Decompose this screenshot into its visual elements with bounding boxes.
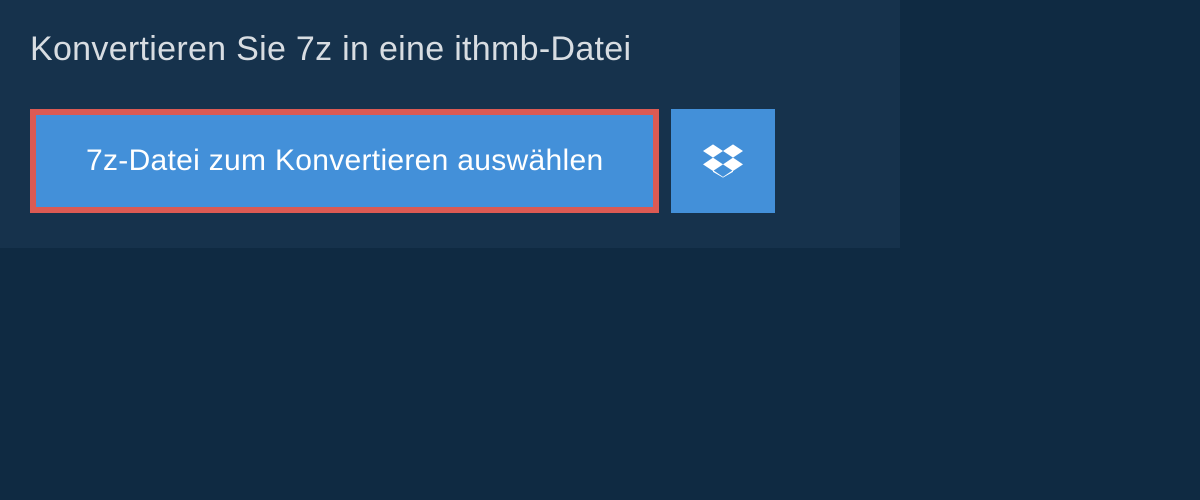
action-row: 7z-Datei zum Konvertieren auswählen	[30, 109, 870, 213]
select-file-label: 7z-Datei zum Konvertieren auswählen	[86, 144, 603, 178]
select-file-button[interactable]: 7z-Datei zum Konvertieren auswählen	[36, 115, 653, 207]
highlight-border: 7z-Datei zum Konvertieren auswählen	[30, 109, 659, 213]
dropbox-icon	[703, 141, 743, 181]
converter-panel: Konvertieren Sie 7z in eine ithmb-Datei …	[0, 0, 900, 248]
dropbox-button[interactable]	[671, 109, 775, 213]
page-title: Konvertieren Sie 7z in eine ithmb-Datei	[30, 30, 870, 69]
